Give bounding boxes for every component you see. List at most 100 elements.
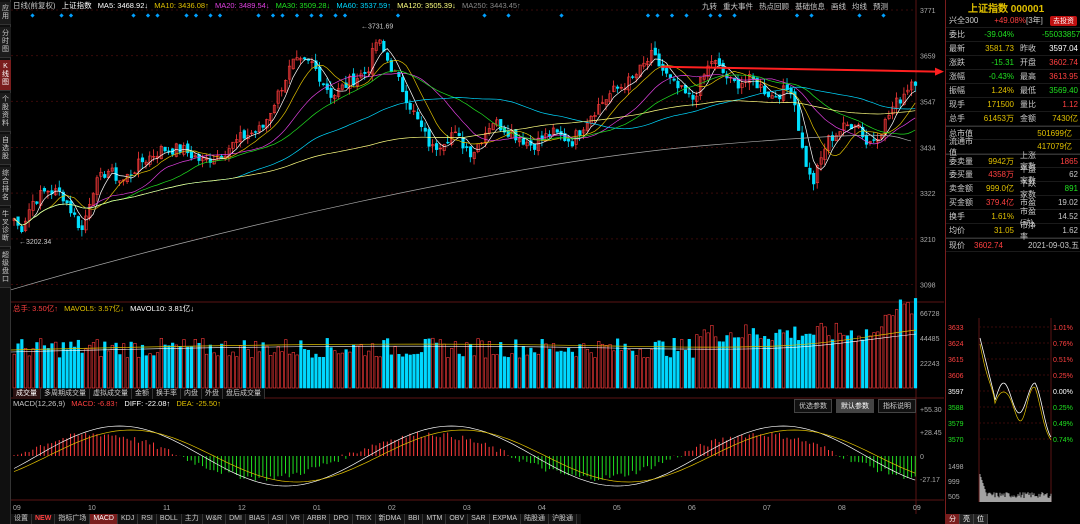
toolbar-item-0[interactable]: 九转 xyxy=(702,1,717,12)
indicator-tab-1[interactable]: NEW xyxy=(32,514,56,524)
volume-legend: 总手: 3.50亿↑ MAVOL5: 3.57亿↓ MAVOL10: 3.81亿… xyxy=(13,304,198,314)
indicator-tab-20[interactable]: SAR xyxy=(468,514,490,524)
volume-tab-2[interactable]: 虚拟成交量 xyxy=(90,389,132,399)
mini-price-label: 3624 xyxy=(948,341,964,348)
quote-value: 379.4亿 xyxy=(985,198,1014,207)
indicator-tab-11[interactable]: ASI xyxy=(269,514,288,524)
month-label: 05 xyxy=(613,505,621,512)
fund-promo-row: 兴全300 +49.08% [3年] 去投资 xyxy=(946,14,1080,28)
indicator-tab-12[interactable]: VR xyxy=(287,514,304,524)
indicator-tab-13[interactable]: ARBR xyxy=(304,514,331,524)
quote-row: 委卖量 9942万 上涨家数 1865 xyxy=(946,151,1080,171)
indicator-tab-17[interactable]: BBI xyxy=(405,514,424,524)
left-tab-1[interactable]: 分时图 xyxy=(0,27,11,58)
quote-value: 171500 xyxy=(987,100,1014,109)
mini-chart-tabs: 分亮位 xyxy=(946,514,988,524)
quote-key2: 最高 xyxy=(1020,72,1036,81)
diff-value: DIFF: -22.08↑ xyxy=(124,399,171,408)
macd-axis-label: -27.17 xyxy=(920,477,940,484)
toolbar-item-5[interactable]: 均线 xyxy=(852,1,867,12)
mavol5-value: MAVOL5: 3.57亿↓ xyxy=(64,304,124,313)
indicator-tab-21[interactable]: EXPMA xyxy=(490,514,522,524)
dea-value: DEA: -25.50↑ xyxy=(176,399,221,408)
toolbar-item-4[interactable]: 画线 xyxy=(831,1,846,12)
month-label: 04 xyxy=(538,505,546,512)
indicator-tab-8[interactable]: W&R xyxy=(203,514,227,524)
macd-button-2[interactable]: 指标说明 xyxy=(878,399,916,413)
indicator-tab-18[interactable]: MTM xyxy=(423,514,447,524)
quote-key: 买金额 xyxy=(949,198,973,207)
month-label: 02 xyxy=(388,505,396,512)
mini-pct-label: 0.76% xyxy=(1053,341,1073,348)
indicator-tab-15[interactable]: TRIX xyxy=(353,514,376,524)
indicator-tab-5[interactable]: RSI xyxy=(138,514,157,524)
month-label: 10 xyxy=(88,505,96,512)
quote-key: 涨幅 xyxy=(949,72,965,81)
month-label: 12 xyxy=(238,505,246,512)
period-label[interactable]: 日线(前复权) xyxy=(13,1,56,10)
quote-value: 31.05 xyxy=(993,226,1014,235)
indicator-tab-3[interactable]: MACD xyxy=(90,514,118,524)
left-tab-6[interactable]: 牛叉诊断 xyxy=(0,208,11,247)
quote-value2: 19.02 xyxy=(1057,198,1078,207)
volume-tab-4[interactable]: 换手率 xyxy=(153,389,181,399)
indicator-tab-19[interactable]: OBV xyxy=(446,514,469,524)
indicator-tab-10[interactable]: BIAS xyxy=(246,514,269,524)
left-tab-3[interactable]: 个股资料 xyxy=(0,93,11,132)
indicator-tab-7[interactable]: 主力 xyxy=(182,514,203,524)
chart-toolbar: 九转 重大事件 热点回顾 基础信息 画线 均线 预测 xyxy=(696,1,888,12)
quote-value: 61453万 xyxy=(983,114,1014,123)
indicator-tab-6[interactable]: BOLL xyxy=(157,514,182,524)
indicator-tab-9[interactable]: DMI xyxy=(226,514,246,524)
indicator-tab-2[interactable]: 指标广场 xyxy=(55,514,91,524)
toolbar-item-6[interactable]: 预测 xyxy=(873,1,888,12)
quote-row: 换手 1.61% 市盈(动) 14.52 xyxy=(946,207,1080,227)
month-label: 01 xyxy=(313,505,321,512)
indicator-tab-22[interactable]: 陆股通 xyxy=(521,514,550,524)
toolbar-item-1[interactable]: 重大事件 xyxy=(723,1,753,12)
mini-tab-0[interactable]: 分 xyxy=(946,514,960,524)
quote-key2: 开盘 xyxy=(1020,58,1036,67)
toolbar-item-2[interactable]: 热点回顾 xyxy=(759,1,789,12)
macd-button-0[interactable]: 优选参数 xyxy=(794,399,832,413)
mini-tab-2[interactable]: 位 xyxy=(974,514,988,524)
quote-value: 1.24% xyxy=(991,86,1014,95)
volume-tab-1[interactable]: 多周期成交量 xyxy=(41,389,90,399)
ma120-value: MA120: 3505.39↓ xyxy=(397,1,456,10)
indicator-tab-14[interactable]: DPO xyxy=(330,514,353,524)
quote-row: 买金额 379.4亿 市盈 19.02 xyxy=(946,196,1080,210)
quote-value: -0.43% xyxy=(988,72,1014,81)
indicator-tab-4[interactable]: KDJ xyxy=(118,514,139,524)
mini-price-label: 3633 xyxy=(948,325,964,332)
left-tab-5[interactable]: 综合排名 xyxy=(0,167,11,206)
quote-row: 涨幅 -0.43% 最高 3613.95 xyxy=(946,70,1080,84)
volume-tab-3[interactable]: 金额 xyxy=(132,389,153,399)
mini-tab-1[interactable]: 亮 xyxy=(960,514,974,524)
ma250-value: MA250: 3443.45↑ xyxy=(462,1,521,10)
left-tab-2[interactable]: K线图 xyxy=(0,60,11,91)
volume-tab-7[interactable]: 盘后成交量 xyxy=(223,389,265,399)
quote-value: 9942万 xyxy=(988,156,1014,166)
quote-key: 涨跌 xyxy=(949,58,965,67)
indicator-tab-0[interactable]: 设置 xyxy=(11,514,32,524)
price-axis-label: 3322 xyxy=(920,191,936,198)
volume-tab-0[interactable]: 成交量 xyxy=(13,389,41,399)
volume-tab-6[interactable]: 外盘 xyxy=(202,389,223,399)
invest-button[interactable]: 去投资 xyxy=(1050,15,1077,26)
quote-value: 4358万 xyxy=(988,170,1014,179)
left-tab-4[interactable]: 自选股 xyxy=(0,134,11,165)
quote-key: 总手 xyxy=(949,114,965,123)
quote-value: 1.61% xyxy=(991,212,1014,221)
indicator-tab-16[interactable]: 新DMA xyxy=(376,514,406,524)
volume-tab-5[interactable]: 内盘 xyxy=(181,389,202,399)
macd-button-1[interactable]: 默认参数 xyxy=(836,399,874,413)
toolbar-item-3[interactable]: 基础信息 xyxy=(795,1,825,12)
indicator-tab-23[interactable]: 沪股通 xyxy=(549,514,578,524)
quote-value2: 3602.74 xyxy=(1049,58,1078,67)
mini-pct-label: 0.74% xyxy=(1053,437,1073,444)
quote-key: 均价 xyxy=(949,226,965,235)
left-tab-0[interactable]: 应用 xyxy=(0,2,11,25)
left-tab-7[interactable]: 超级盘口 xyxy=(0,249,11,288)
now-label: 现价 xyxy=(949,240,965,250)
macd-axis-label: +28.45 xyxy=(920,430,942,437)
